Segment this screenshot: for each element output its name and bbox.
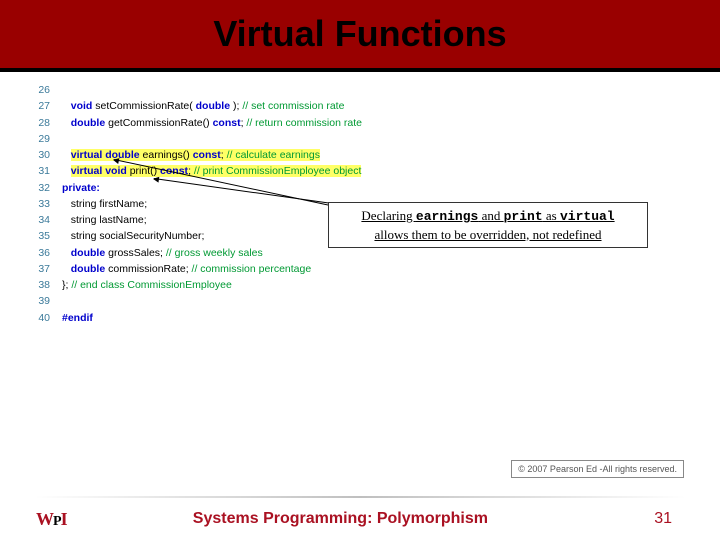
callout-text-pre: Declaring [361,208,416,223]
slide-footer: WPI Systems Programming: Polymorphism 31 [0,498,720,540]
slide-header: Virtual Functions [0,0,720,72]
code-listing: 2627 void setCommissionRate( double ); /… [0,72,720,326]
code-line: 31 virtual void print() const; // print … [28,163,680,179]
callout-text-mid2: as [543,208,560,223]
footer-title: Systems Programming: Polymorphism [27,510,655,528]
callout-text-mid1: and [478,208,503,223]
code-line: 38}; // end class CommissionEmployee [28,277,680,293]
logo-p: P [53,514,61,529]
code-line: 29 [28,131,680,147]
code-line: 32private: [28,180,680,196]
logo-i: I [61,509,67,529]
code-line: 27 void setCommissionRate( double ); // … [28,98,680,114]
copyright-notice: © 2007 Pearson Ed -All rights reserved. [511,460,684,478]
logo-w: W [36,509,53,529]
wpi-logo: WPI [36,509,67,530]
callout-kw-virtual: virtual [560,209,615,224]
slide-title: Virtual Functions [213,13,506,55]
callout-line2: allows them to be overridden, not redefi… [374,227,601,242]
annotation-callout: Declaring earnings and print as virtual … [328,202,648,248]
code-line: 39 [28,293,680,309]
code-line: 28 double getCommissionRate() const; // … [28,115,680,131]
code-line: 40#endif [28,310,680,326]
code-line: 37 double commissionRate; // commission … [28,261,680,277]
code-line: 26 [28,82,680,98]
page-number: 31 [654,510,672,528]
callout-fn-print: print [504,209,543,224]
callout-fn-earnings: earnings [416,209,478,224]
footer-divider [34,496,686,498]
